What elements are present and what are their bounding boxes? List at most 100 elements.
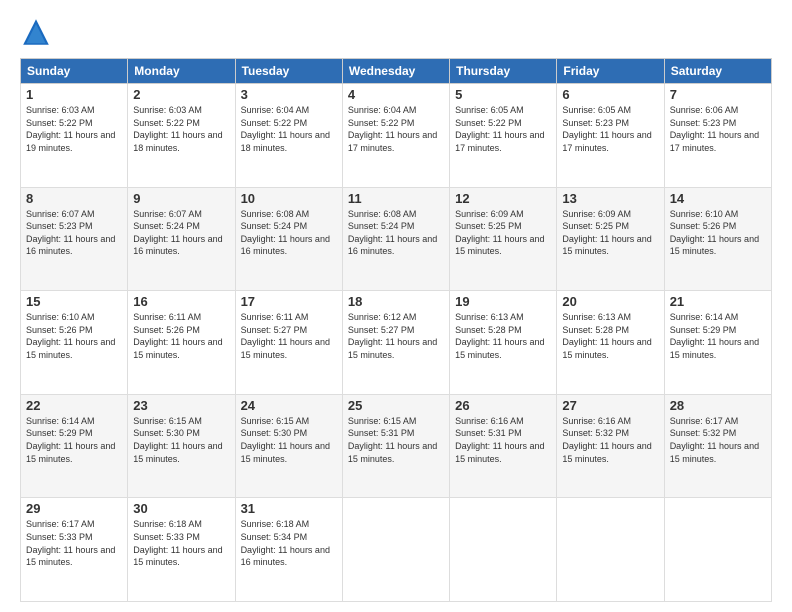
day-number: 14 <box>670 191 766 206</box>
day-info: Sunrise: 6:05 AMSunset: 5:23 PMDaylight:… <box>562 105 651 153</box>
calendar-cell <box>557 498 664 602</box>
day-info: Sunrise: 6:04 AMSunset: 5:22 PMDaylight:… <box>348 105 437 153</box>
day-number: 25 <box>348 398 444 413</box>
calendar-cell: 26 Sunrise: 6:16 AMSunset: 5:31 PMDaylig… <box>450 394 557 498</box>
day-info: Sunrise: 6:17 AMSunset: 5:32 PMDaylight:… <box>670 416 759 464</box>
calendar-cell: 3 Sunrise: 6:04 AMSunset: 5:22 PMDayligh… <box>235 84 342 188</box>
day-info: Sunrise: 6:14 AMSunset: 5:29 PMDaylight:… <box>26 416 115 464</box>
day-info: Sunrise: 6:04 AMSunset: 5:22 PMDaylight:… <box>241 105 330 153</box>
calendar-body: 1 Sunrise: 6:03 AMSunset: 5:22 PMDayligh… <box>21 84 772 602</box>
day-number: 30 <box>133 501 229 516</box>
calendar-cell: 2 Sunrise: 6:03 AMSunset: 5:22 PMDayligh… <box>128 84 235 188</box>
calendar-cell <box>450 498 557 602</box>
day-number: 9 <box>133 191 229 206</box>
calendar-cell: 23 Sunrise: 6:15 AMSunset: 5:30 PMDaylig… <box>128 394 235 498</box>
day-number: 16 <box>133 294 229 309</box>
calendar-cell: 4 Sunrise: 6:04 AMSunset: 5:22 PMDayligh… <box>342 84 449 188</box>
calendar-cell: 28 Sunrise: 6:17 AMSunset: 5:32 PMDaylig… <box>664 394 771 498</box>
day-number: 18 <box>348 294 444 309</box>
calendar-cell: 25 Sunrise: 6:15 AMSunset: 5:31 PMDaylig… <box>342 394 449 498</box>
calendar-header-thursday: Thursday <box>450 59 557 84</box>
calendar-cell: 27 Sunrise: 6:16 AMSunset: 5:32 PMDaylig… <box>557 394 664 498</box>
day-info: Sunrise: 6:18 AMSunset: 5:34 PMDaylight:… <box>241 519 330 567</box>
day-number: 23 <box>133 398 229 413</box>
calendar-cell: 5 Sunrise: 6:05 AMSunset: 5:22 PMDayligh… <box>450 84 557 188</box>
day-info: Sunrise: 6:08 AMSunset: 5:24 PMDaylight:… <box>241 209 330 257</box>
calendar-cell: 30 Sunrise: 6:18 AMSunset: 5:33 PMDaylig… <box>128 498 235 602</box>
day-info: Sunrise: 6:07 AMSunset: 5:23 PMDaylight:… <box>26 209 115 257</box>
day-info: Sunrise: 6:13 AMSunset: 5:28 PMDaylight:… <box>455 312 544 360</box>
day-info: Sunrise: 6:11 AMSunset: 5:26 PMDaylight:… <box>133 312 222 360</box>
day-number: 28 <box>670 398 766 413</box>
calendar-cell <box>342 498 449 602</box>
day-info: Sunrise: 6:12 AMSunset: 5:27 PMDaylight:… <box>348 312 437 360</box>
calendar-cell: 31 Sunrise: 6:18 AMSunset: 5:34 PMDaylig… <box>235 498 342 602</box>
calendar-header-wednesday: Wednesday <box>342 59 449 84</box>
calendar-header-tuesday: Tuesday <box>235 59 342 84</box>
day-info: Sunrise: 6:14 AMSunset: 5:29 PMDaylight:… <box>670 312 759 360</box>
page: SundayMondayTuesdayWednesdayThursdayFrid… <box>0 0 792 612</box>
calendar-cell: 14 Sunrise: 6:10 AMSunset: 5:26 PMDaylig… <box>664 187 771 291</box>
day-number: 20 <box>562 294 658 309</box>
calendar-cell: 16 Sunrise: 6:11 AMSunset: 5:26 PMDaylig… <box>128 291 235 395</box>
logo-icon <box>20 16 52 48</box>
calendar-header-monday: Monday <box>128 59 235 84</box>
day-info: Sunrise: 6:03 AMSunset: 5:22 PMDaylight:… <box>133 105 222 153</box>
calendar-header-friday: Friday <box>557 59 664 84</box>
day-info: Sunrise: 6:18 AMSunset: 5:33 PMDaylight:… <box>133 519 222 567</box>
calendar-header-sunday: Sunday <box>21 59 128 84</box>
day-info: Sunrise: 6:16 AMSunset: 5:31 PMDaylight:… <box>455 416 544 464</box>
day-number: 4 <box>348 87 444 102</box>
calendar-cell: 12 Sunrise: 6:09 AMSunset: 5:25 PMDaylig… <box>450 187 557 291</box>
day-number: 11 <box>348 191 444 206</box>
day-info: Sunrise: 6:09 AMSunset: 5:25 PMDaylight:… <box>455 209 544 257</box>
day-info: Sunrise: 6:15 AMSunset: 5:31 PMDaylight:… <box>348 416 437 464</box>
calendar-week-4: 22 Sunrise: 6:14 AMSunset: 5:29 PMDaylig… <box>21 394 772 498</box>
day-info: Sunrise: 6:17 AMSunset: 5:33 PMDaylight:… <box>26 519 115 567</box>
day-number: 26 <box>455 398 551 413</box>
day-info: Sunrise: 6:06 AMSunset: 5:23 PMDaylight:… <box>670 105 759 153</box>
day-number: 12 <box>455 191 551 206</box>
day-number: 17 <box>241 294 337 309</box>
calendar-cell: 1 Sunrise: 6:03 AMSunset: 5:22 PMDayligh… <box>21 84 128 188</box>
day-info: Sunrise: 6:10 AMSunset: 5:26 PMDaylight:… <box>670 209 759 257</box>
day-number: 19 <box>455 294 551 309</box>
calendar-week-2: 8 Sunrise: 6:07 AMSunset: 5:23 PMDayligh… <box>21 187 772 291</box>
day-info: Sunrise: 6:15 AMSunset: 5:30 PMDaylight:… <box>241 416 330 464</box>
calendar-cell: 29 Sunrise: 6:17 AMSunset: 5:33 PMDaylig… <box>21 498 128 602</box>
day-info: Sunrise: 6:09 AMSunset: 5:25 PMDaylight:… <box>562 209 651 257</box>
calendar-cell: 13 Sunrise: 6:09 AMSunset: 5:25 PMDaylig… <box>557 187 664 291</box>
calendar-week-1: 1 Sunrise: 6:03 AMSunset: 5:22 PMDayligh… <box>21 84 772 188</box>
day-number: 13 <box>562 191 658 206</box>
day-number: 15 <box>26 294 122 309</box>
day-number: 22 <box>26 398 122 413</box>
day-number: 21 <box>670 294 766 309</box>
calendar-cell: 8 Sunrise: 6:07 AMSunset: 5:23 PMDayligh… <box>21 187 128 291</box>
day-info: Sunrise: 6:03 AMSunset: 5:22 PMDaylight:… <box>26 105 115 153</box>
day-number: 7 <box>670 87 766 102</box>
header-row: SundayMondayTuesdayWednesdayThursdayFrid… <box>21 59 772 84</box>
day-number: 31 <box>241 501 337 516</box>
calendar-cell: 22 Sunrise: 6:14 AMSunset: 5:29 PMDaylig… <box>21 394 128 498</box>
calendar-header-saturday: Saturday <box>664 59 771 84</box>
calendar-table: SundayMondayTuesdayWednesdayThursdayFrid… <box>20 58 772 602</box>
day-number: 2 <box>133 87 229 102</box>
calendar-week-3: 15 Sunrise: 6:10 AMSunset: 5:26 PMDaylig… <box>21 291 772 395</box>
day-info: Sunrise: 6:11 AMSunset: 5:27 PMDaylight:… <box>241 312 330 360</box>
calendar-cell: 18 Sunrise: 6:12 AMSunset: 5:27 PMDaylig… <box>342 291 449 395</box>
calendar-cell: 6 Sunrise: 6:05 AMSunset: 5:23 PMDayligh… <box>557 84 664 188</box>
day-number: 3 <box>241 87 337 102</box>
calendar-cell: 9 Sunrise: 6:07 AMSunset: 5:24 PMDayligh… <box>128 187 235 291</box>
day-info: Sunrise: 6:15 AMSunset: 5:30 PMDaylight:… <box>133 416 222 464</box>
calendar-cell: 10 Sunrise: 6:08 AMSunset: 5:24 PMDaylig… <box>235 187 342 291</box>
calendar-cell: 11 Sunrise: 6:08 AMSunset: 5:24 PMDaylig… <box>342 187 449 291</box>
calendar-cell: 7 Sunrise: 6:06 AMSunset: 5:23 PMDayligh… <box>664 84 771 188</box>
calendar-cell: 21 Sunrise: 6:14 AMSunset: 5:29 PMDaylig… <box>664 291 771 395</box>
day-info: Sunrise: 6:13 AMSunset: 5:28 PMDaylight:… <box>562 312 651 360</box>
day-number: 1 <box>26 87 122 102</box>
calendar-week-5: 29 Sunrise: 6:17 AMSunset: 5:33 PMDaylig… <box>21 498 772 602</box>
logo <box>20 16 56 48</box>
day-info: Sunrise: 6:16 AMSunset: 5:32 PMDaylight:… <box>562 416 651 464</box>
day-number: 8 <box>26 191 122 206</box>
calendar-cell: 15 Sunrise: 6:10 AMSunset: 5:26 PMDaylig… <box>21 291 128 395</box>
